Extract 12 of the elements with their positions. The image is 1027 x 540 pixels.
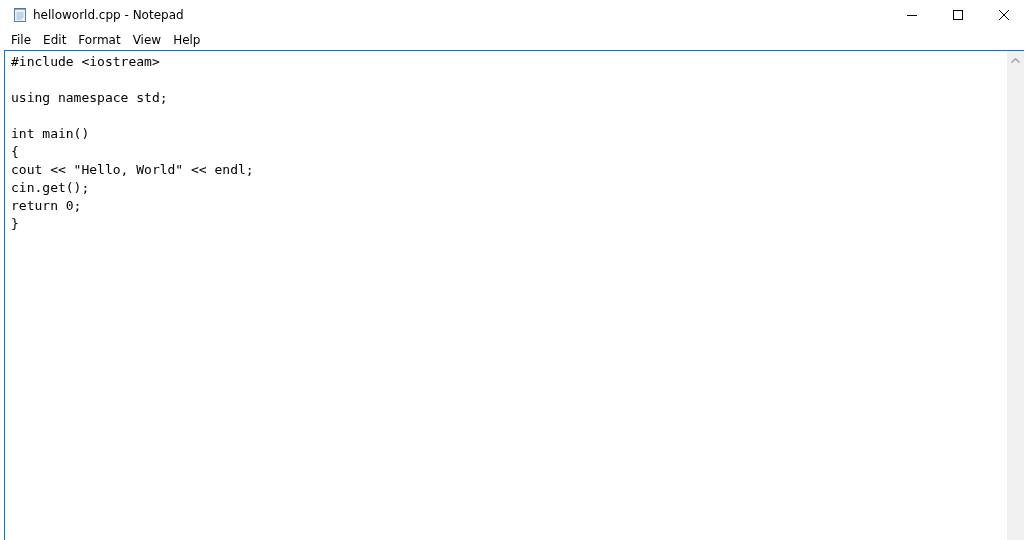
maximize-icon (953, 10, 963, 20)
window-title: helloworld.cpp - Notepad (33, 8, 184, 22)
scrollbar[interactable] (1007, 51, 1024, 540)
close-icon (999, 10, 1009, 20)
menu-item[interactable]: Help (167, 30, 207, 50)
menu-item[interactable]: File (5, 30, 38, 50)
menu-item[interactable]: View (126, 30, 168, 50)
scroll-up-icon[interactable] (1011, 58, 1020, 63)
menu-item[interactable]: Edit (37, 30, 73, 50)
editor-text[interactable]: #include <iostream> using namespace std; int main() { cout << "Hello, World" << endl; cin.get(); return 0; } (5, 51, 1007, 540)
notepad-icon (12, 7, 28, 23)
menu-item[interactable]: Format (72, 30, 127, 50)
